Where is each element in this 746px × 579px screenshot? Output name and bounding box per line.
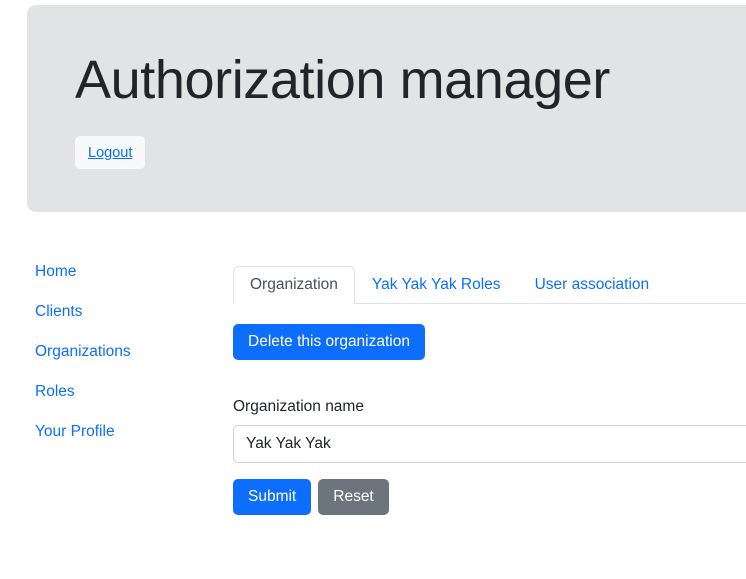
sidebar-item-roles[interactable]: Roles: [35, 382, 205, 402]
sidebar-nav: Home Clients Organizations Roles Your Pr…: [35, 262, 205, 442]
sidebar-item-home[interactable]: Home: [35, 262, 205, 282]
tab-organization[interactable]: Organization: [233, 266, 355, 304]
page-header-jumbotron: Authorization manager Logout: [27, 5, 746, 212]
organization-name-label: Organization name: [233, 398, 364, 415]
tab-yak-yak-yak-roles[interactable]: Yak Yak Yak Roles: [355, 266, 518, 304]
submit-button[interactable]: Submit: [233, 479, 312, 515]
sidebar-item-clients[interactable]: Clients: [35, 302, 205, 322]
main-content: Organization Yak Yak Yak Roles User asso…: [233, 266, 746, 515]
form-actions: Submit Reset: [233, 479, 746, 515]
reset-button[interactable]: Reset: [318, 479, 389, 515]
logout-button[interactable]: Logout: [75, 136, 146, 169]
sidebar-item-organizations[interactable]: Organizations: [35, 342, 205, 362]
page-title: Authorization manager: [75, 50, 610, 110]
delete-organization-row: Delete this organization: [233, 324, 746, 360]
sidebar-item-your-profile[interactable]: Your Profile: [35, 422, 205, 442]
tab-user-association[interactable]: User association: [518, 266, 667, 304]
organization-name-group: Organization name: [233, 398, 746, 463]
page-root: Authorization manager Logout Home Client…: [0, 0, 746, 579]
delete-organization-button[interactable]: Delete this organization: [233, 324, 425, 360]
organization-name-input[interactable]: [233, 425, 746, 463]
tab-bar: Organization Yak Yak Yak Roles User asso…: [233, 266, 746, 304]
